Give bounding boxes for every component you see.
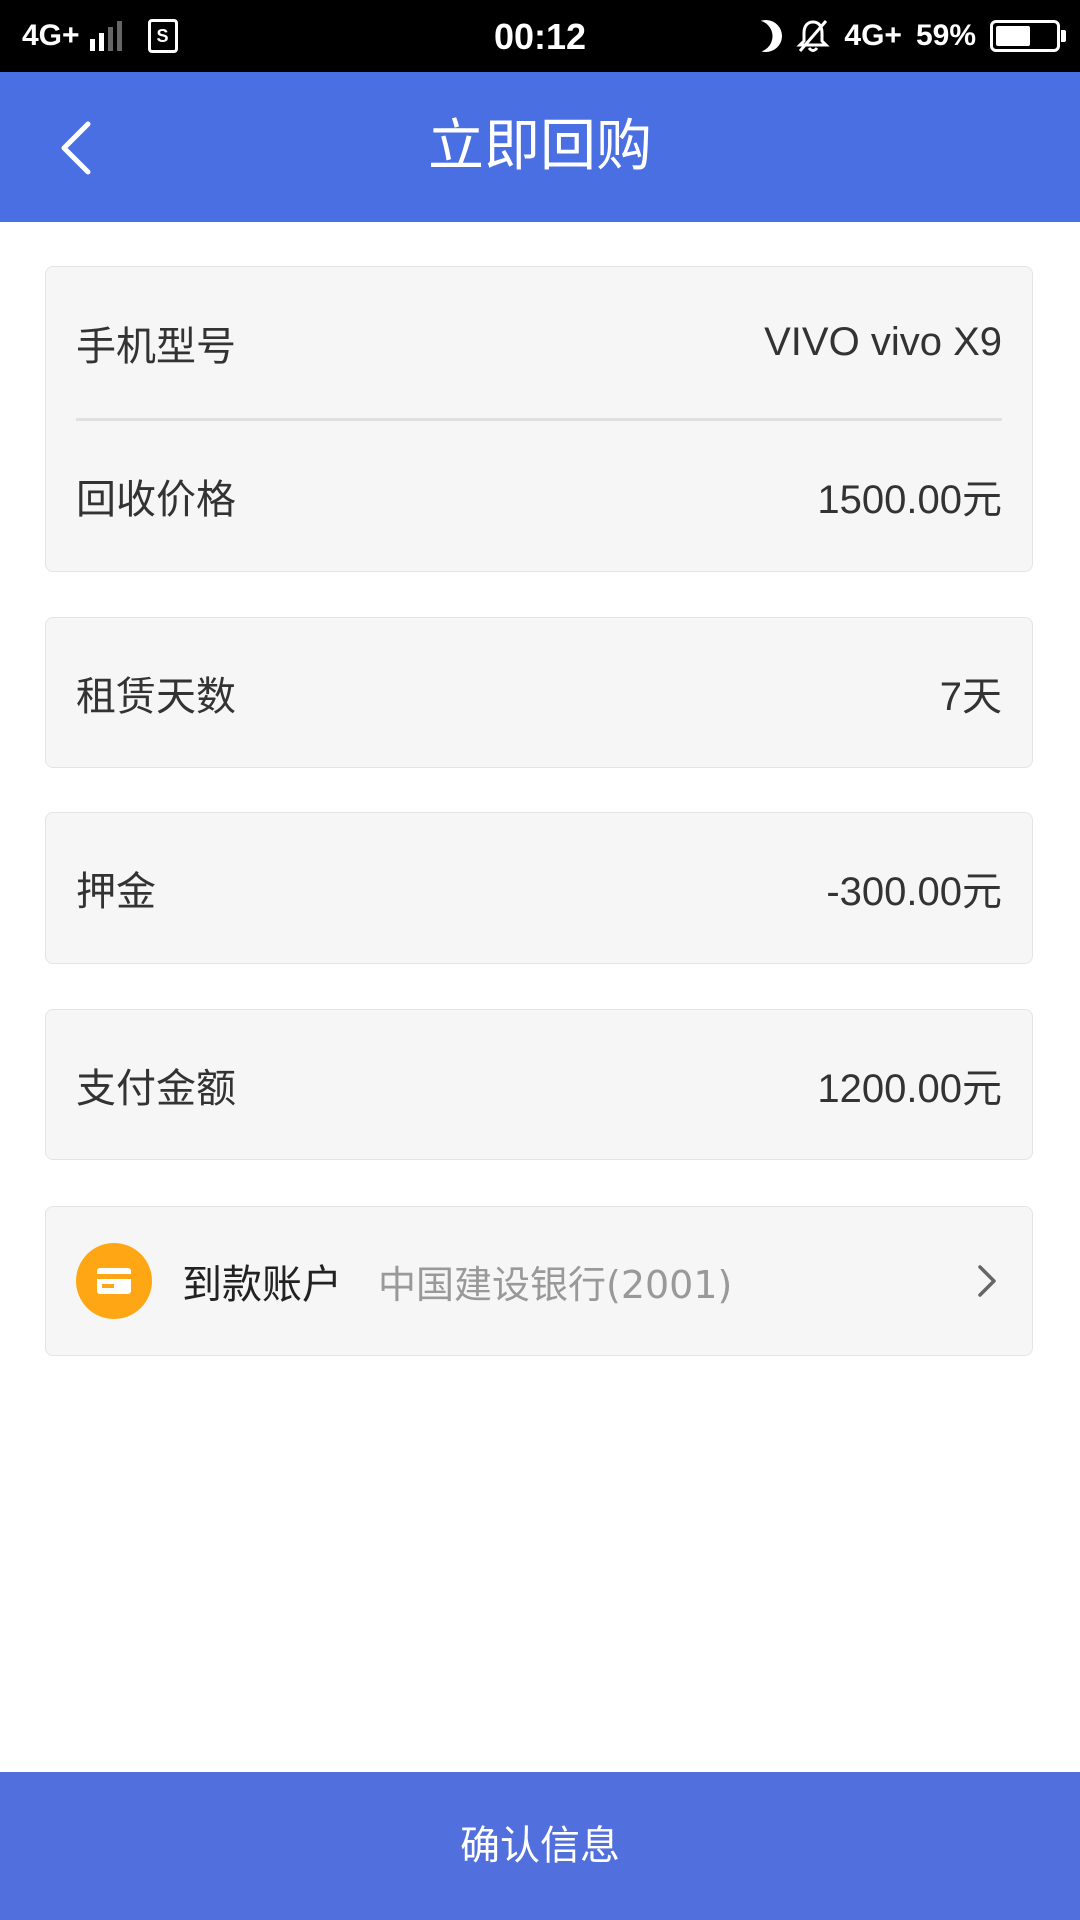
- deposit-value: -300.00元: [826, 870, 1002, 914]
- do-not-disturb-moon-icon: [746, 15, 787, 56]
- bank-card-icon: [76, 1243, 152, 1319]
- chevron-right-icon: [978, 1265, 996, 1297]
- page-title: 立即回购: [428, 114, 652, 179]
- phone-model-row: 手机型号 VIVO vivo X9: [46, 267, 1032, 418]
- status-right: 4G+ 59%: [750, 0, 1066, 72]
- bank-card-glyph-icon: [97, 1268, 131, 1294]
- receiving-account-label: 到款账户: [182, 1262, 342, 1308]
- deposit-row: 押金 -300.00元: [46, 813, 1032, 963]
- confirm-info-button[interactable]: 确认信息: [0, 1772, 1080, 1920]
- rent-days-row: 租赁天数 7天: [46, 618, 1032, 767]
- phone-model-label: 手机型号: [76, 323, 236, 370]
- battery-level-fill: [996, 26, 1030, 46]
- receiving-account-card[interactable]: 到款账户 中国建设银行(2001): [45, 1206, 1033, 1356]
- payment-amount-label: 支付金额: [76, 1065, 236, 1112]
- payment-amount-card: 支付金额 1200.00元: [45, 1009, 1033, 1160]
- payment-amount-value: 1200.00元: [817, 1066, 1002, 1111]
- recycle-price-label: 回收价格: [76, 477, 236, 523]
- receiving-account-row[interactable]: 到款账户 中国建设银行(2001): [46, 1207, 1032, 1355]
- battery-icon: [990, 20, 1066, 52]
- app-header: 立即回购: [0, 72, 1080, 222]
- rent-days-label: 租赁天数: [76, 673, 236, 720]
- phone-model-value: VIVO vivo X9: [764, 320, 1002, 364]
- muted-bell-icon: [796, 20, 831, 52]
- device-info-card: 手机型号 VIVO vivo X9 回收价格 1500.00元: [45, 266, 1033, 572]
- payment-amount-row: 支付金额 1200.00元: [46, 1010, 1032, 1159]
- battery-cap: [1061, 30, 1066, 42]
- network-type-right: 4G+: [844, 19, 902, 52]
- rent-days-value: 7天: [939, 674, 1002, 719]
- battery-percent: 59%: [915, 19, 976, 52]
- rent-days-card: 租赁天数 7天: [45, 617, 1033, 768]
- status-bar: 4G+ S 00:12 4G+ 59%: [0, 0, 1080, 72]
- recycle-price-value: 1500.00元: [817, 478, 1002, 522]
- deposit-label: 押金: [76, 869, 156, 915]
- recycle-price-row: 回收价格 1500.00元: [46, 421, 1032, 571]
- deposit-card: 押金 -300.00元: [45, 812, 1033, 964]
- receiving-account-value: 中国建设银行(2001): [378, 1262, 733, 1307]
